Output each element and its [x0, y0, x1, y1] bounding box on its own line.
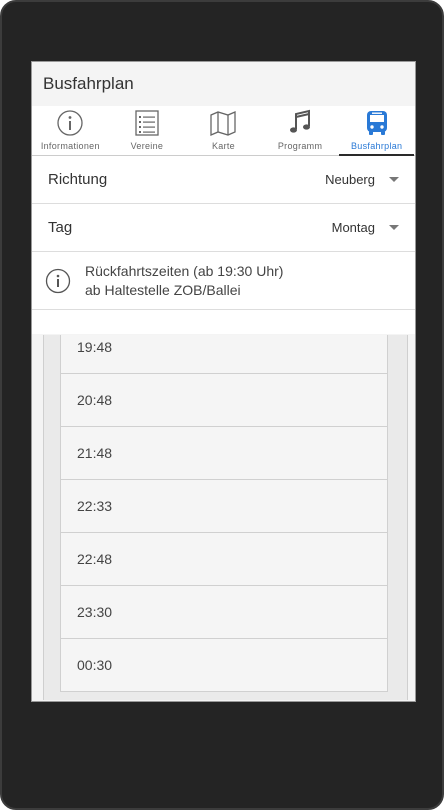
departure-time: 22:48 [77, 551, 113, 567]
list-item[interactable]: 20:48 [60, 374, 388, 427]
spacer [32, 310, 415, 334]
tag-value: Montag [331, 220, 375, 235]
departure-time: 19:48 [77, 339, 113, 355]
info-line-2: ab Haltestelle ZOB/Ballei [85, 281, 241, 298]
tag-label: Tag [48, 219, 73, 236]
list-item[interactable]: 22:33 [60, 480, 388, 533]
list-item[interactable]: 00:30 [60, 639, 388, 692]
departure-list[interactable]: 19:48 20:48 21:48 22:33 22:48 23:30 00:3… [43, 335, 408, 700]
list-item[interactable]: 22:48 [60, 533, 388, 586]
info-icon [45, 268, 71, 293]
tab-vereine[interactable]: Vereine [109, 106, 186, 155]
info-text: Rückfahrtszeiten (ab 19:30 Uhr) ab Halte… [85, 262, 283, 300]
departure-time: 22:33 [77, 498, 113, 514]
dropdown-caret-icon [389, 177, 399, 182]
info-line-1: Rückfahrtszeiten (ab 19:30 Uhr) [85, 262, 284, 279]
departure-time: 00:30 [77, 657, 113, 673]
device-frame: Busfahrplan Informationen Vereine Karte … [0, 0, 444, 810]
info-banner: Rückfahrtszeiten (ab 19:30 Uhr) ab Halte… [32, 252, 415, 310]
tab-label: Karte [211, 141, 235, 151]
tab-label: Informationen [40, 141, 100, 151]
page-title: Busfahrplan [43, 74, 134, 93]
tab-programm[interactable]: Programm [262, 106, 339, 155]
tab-label: Vereine [130, 141, 164, 151]
list-icon [135, 110, 159, 136]
richtung-select[interactable]: Richtung Neuberg [32, 156, 415, 204]
list-item[interactable]: 19:48 [60, 335, 388, 374]
bus-icon [366, 111, 387, 135]
tab-karte[interactable]: Karte [185, 106, 262, 155]
info-icon [57, 110, 83, 136]
tag-select[interactable]: Tag Montag [32, 204, 415, 252]
departure-time: 23:30 [77, 604, 113, 620]
list-item[interactable]: 21:48 [60, 427, 388, 480]
list-item[interactable]: 23:30 [60, 586, 388, 639]
tab-busfahrplan[interactable]: Busfahrplan [338, 106, 415, 156]
tab-label: Programm [277, 141, 323, 151]
map-icon [210, 111, 237, 136]
app-bar: Busfahrplan [32, 62, 415, 106]
departure-time: 20:48 [77, 392, 113, 408]
app-screen: Busfahrplan Informationen Vereine Karte … [31, 61, 416, 702]
richtung-value: Neuberg [325, 172, 375, 187]
dropdown-caret-icon [389, 225, 399, 230]
tab-informationen[interactable]: Informationen [32, 106, 109, 155]
music-icon [290, 109, 311, 133]
richtung-label: Richtung [48, 171, 108, 188]
tab-bar: Informationen Vereine Karte Programm Bus… [32, 106, 415, 156]
departure-time: 21:48 [77, 445, 113, 461]
tab-label: Busfahrplan [351, 141, 403, 151]
